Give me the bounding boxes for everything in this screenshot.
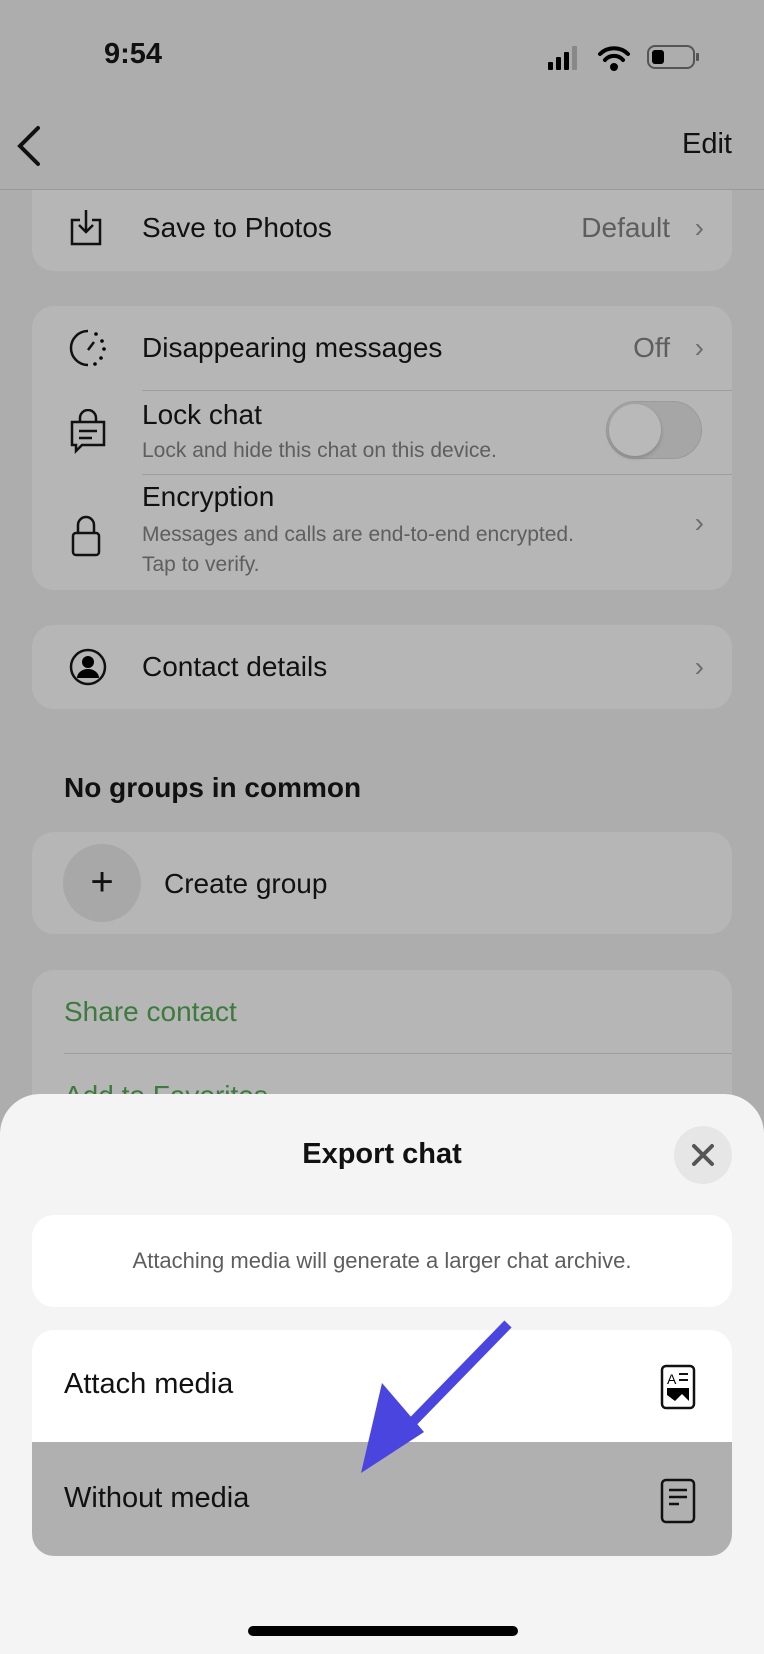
back-button[interactable] [14,124,44,178]
option-label: Without media [64,1482,250,1514]
toggle-knob [609,404,661,456]
chevron-left-icon [17,126,40,166]
download-icon [70,210,102,246]
row-value: Default [581,212,670,243]
person-circle-icon [69,648,107,686]
battery-icon [647,45,699,69]
status-icons [548,45,699,71]
media-document-icon: A [660,1364,696,1410]
wifi-icon [598,46,630,71]
document-icon [660,1478,696,1524]
row-label: Save to Photos [142,212,332,243]
close-button[interactable] [674,1126,732,1184]
row-label: Lock chat [142,399,262,430]
groups-heading: No groups in common [64,772,362,803]
edit-button[interactable]: Edit [682,128,732,161]
save-to-photos-row[interactable]: Save to Photos Default › [32,190,732,271]
export-options: Attach media A Without media [32,1330,732,1556]
disappearing-messages-row[interactable]: Disappearing messages Off › [32,306,732,390]
row-label: Contact details [142,651,328,682]
privacy-card: Disappearing messages Off › Lock chat Lo… [32,306,732,590]
encryption-row[interactable]: Encryption Messages and calls are end-to… [32,475,732,590]
status-time: 9:54 [104,38,163,70]
sheet-title: Export chat [302,1138,462,1170]
chevron-right-icon: › [694,651,704,682]
plus-icon: + [63,844,141,922]
row-value: Off [633,332,670,363]
row-label: Encryption [142,481,275,512]
chevron-right-icon: › [694,332,704,363]
export-chat-sheet: Export chat Attaching media will generat… [0,1094,764,1654]
lock-icon [71,515,101,557]
without-media-option[interactable]: Without media [32,1442,732,1556]
chevron-right-icon: › [694,212,704,243]
row-subtitle: Lock and hide this chat on this device. [142,439,497,462]
close-icon [692,1144,714,1166]
home-indicator [248,1626,518,1636]
chat-lock-icon [70,409,106,455]
row-subtitle: Messages and calls are end-to-end encryp… [142,523,574,546]
svg-text:A: A [667,1371,677,1387]
info-note: Attaching media will generate a larger c… [32,1215,732,1307]
share-contact-button[interactable]: Share contact [64,996,237,1028]
row-subtitle: Tap to verify. [142,553,260,576]
signal-icon [548,46,577,70]
row-label: Create group [164,868,328,899]
row-label: Disappearing messages [142,332,443,363]
attach-media-option[interactable]: Attach media A [32,1330,732,1442]
chevron-right-icon: › [694,507,704,538]
contact-details-row[interactable]: Contact details › [32,625,732,709]
timer-icon [69,329,106,367]
divider [64,1053,732,1054]
create-group-row[interactable]: + Create group [32,832,732,934]
lock-chat-row: Lock chat Lock and hide this chat on thi… [32,391,732,474]
lock-chat-toggle[interactable] [606,401,702,459]
option-label: Attach media [64,1368,234,1400]
